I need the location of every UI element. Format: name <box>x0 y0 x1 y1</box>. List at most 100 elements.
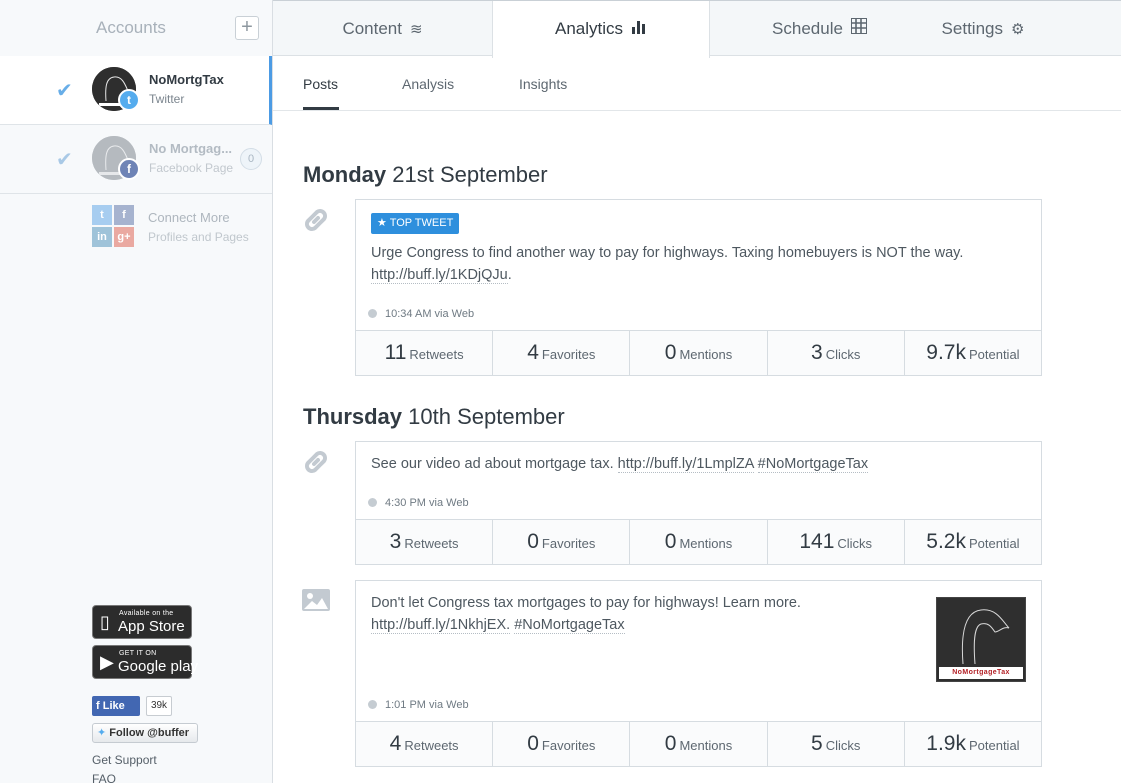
stat-label: Potential <box>968 738 1020 753</box>
post-stats: 11 Retweets 4 Favorites 0 Mentions 3 Clicks … <box>356 330 1041 375</box>
twitter-follow-button[interactable]: ✦ Follow @buffer <box>92 723 198 743</box>
post-link[interactable]: http://buff.ly/1LmplZA <box>617 456 754 473</box>
stat-label: Clicks <box>825 738 861 753</box>
app-store-small-text: Available on the <box>119 610 174 617</box>
post-body: Don't let Congress tax mortgages to pay … <box>371 595 801 611</box>
post-hashtag[interactable]: #NoMortgageTax <box>757 456 869 473</box>
clock-icon <box>368 498 377 507</box>
stat-retweets: 3 Retweets <box>356 520 492 564</box>
tab-label: Settings <box>941 19 1003 38</box>
account-type: Twitter <box>149 92 185 106</box>
account-item-nomortgtax[interactable]: ✔ t NoMortgTax Twitter <box>0 56 272 125</box>
analytics-subtabs: Posts Analysis Insights <box>273 56 1121 111</box>
post-text: Urge Congress to find another way to pay… <box>371 242 1021 286</box>
stat-label: Favorites <box>541 347 596 362</box>
stat-label: Retweets <box>409 347 464 362</box>
thumbnail-label: NoMortgageTax <box>939 667 1023 679</box>
avatar: t <box>92 67 140 111</box>
like-count: 39k <box>146 696 172 716</box>
stat-favorites: 0 Favorites <box>492 520 629 564</box>
post-link[interactable]: http://buff.ly/1KDjQJu <box>371 267 508 284</box>
post-link[interactable]: http://buff.ly/1NkhjEX. <box>371 617 511 634</box>
stat-label: Retweets <box>404 536 459 551</box>
google-play-button[interactable]: ▶ GET IT ON Google play <box>92 645 198 679</box>
post-card: Don't let Congress tax mortgages to pay … <box>355 580 1042 767</box>
post-hashtag[interactable]: #NoMortgageTax <box>514 617 625 634</box>
post-stats: 4 Retweets 0 Favorites 0 Mentions 5 Clicks 1… <box>356 721 1041 766</box>
account-name: No Mortgag... <box>149 141 233 156</box>
badge-label: TOP TWEET <box>389 217 454 229</box>
accounts-header: Accounts + <box>0 0 272 56</box>
post-link-trail: . <box>507 267 512 283</box>
like-label: Like <box>102 700 125 712</box>
stat-clicks: 5 Clicks <box>766 722 904 766</box>
active-tab-indicator <box>303 107 339 110</box>
stat-label: Potential <box>968 536 1020 551</box>
account-name: NoMortgTax <box>149 72 224 87</box>
clock-icon <box>368 309 377 318</box>
bar-chart-icon <box>631 2 647 57</box>
twitter-icon: t <box>118 89 140 111</box>
faq-link[interactable]: FAQ <box>92 772 116 783</box>
subtab-analysis[interactable]: Analysis <box>402 76 454 92</box>
facebook-like-button[interactable]: f Like <box>92 696 140 716</box>
tab-content[interactable]: Content ≋ <box>273 1 492 56</box>
post-time: 4:30 PM via Web <box>385 497 469 509</box>
connect-more-title: Connect More <box>148 210 230 225</box>
stat-value: 3 <box>389 530 402 553</box>
stat-potential: 1.9k Potential <box>903 722 1041 766</box>
clock-icon <box>368 700 377 709</box>
post-meta: 10:34 AM via Web <box>368 308 474 320</box>
google-play-text: Google play <box>118 658 199 675</box>
stat-favorites: 4 Favorites <box>492 331 629 375</box>
link-icon <box>301 447 333 479</box>
stat-retweets: 11 Retweets <box>356 331 492 375</box>
post-image-thumbnail[interactable]: NoMortgageTax <box>936 597 1026 682</box>
stat-label: Retweets <box>404 738 459 753</box>
stat-clicks: 3 Clicks <box>766 331 904 375</box>
stat-label: Favorites <box>541 536 596 551</box>
post-card: See our video ad about mortgage tax. htt… <box>355 441 1042 565</box>
stat-value: 1.9k <box>926 732 966 755</box>
stat-clicks: 141 Clicks <box>766 520 904 564</box>
google-play-small-text: GET IT ON <box>119 650 157 657</box>
link-icon <box>301 205 333 237</box>
account-item-no-mortgage-facebook[interactable]: ✔ f No Mortgag... Facebook Page 0 <box>0 125 272 194</box>
day-date: 21st September <box>392 162 548 187</box>
tab-analytics[interactable]: Analytics <box>492 1 710 58</box>
stat-label: Favorites <box>541 738 596 753</box>
check-icon: ✔ <box>56 149 73 171</box>
account-type: Facebook Page <box>149 161 234 175</box>
stat-label: Mentions <box>679 738 733 753</box>
pending-count-badge: 0 <box>240 148 262 170</box>
post-body: See our video ad about mortgage tax. <box>371 456 614 472</box>
stat-potential: 9.7k Potential <box>903 331 1041 375</box>
stat-value: 3 <box>811 341 823 364</box>
stat-label: Clicks <box>837 536 873 551</box>
play-icon: ▶ <box>100 652 114 672</box>
subtab-insights[interactable]: Insights <box>519 76 567 92</box>
layers-icon: ≋ <box>409 21 423 39</box>
star-icon: ★ <box>377 217 390 229</box>
stat-label: Potential <box>968 347 1020 362</box>
tab-settings[interactable]: Settings ⚙ <box>873 1 1093 56</box>
post-meta: 1:01 PM via Web <box>368 699 469 711</box>
app-store-text: App Store <box>118 618 185 635</box>
app-store-button[interactable]: ▯ Available on the App Store <box>92 605 192 639</box>
post-body: Urge Congress to find another way to pay… <box>371 245 964 261</box>
post-time: 10:34 AM via Web <box>385 308 475 320</box>
day-heading: Monday 21st September <box>303 162 548 188</box>
day-heading: Thursday 10th September <box>303 404 565 430</box>
follow-label: Follow @buffer <box>109 727 190 739</box>
get-support-link[interactable]: Get Support <box>92 753 157 767</box>
tab-label: Schedule <box>772 19 843 38</box>
gear-icon: ⚙ <box>1010 21 1025 39</box>
top-tweet-badge: ★ TOP TWEET <box>371 213 460 234</box>
avatar: f <box>92 136 140 180</box>
day-name: Monday <box>303 162 387 187</box>
subtab-posts[interactable]: Posts <box>303 76 338 92</box>
mortgage-logo-icon <box>961 609 1010 665</box>
add-account-button[interactable]: + <box>235 16 259 40</box>
stat-value: 0 <box>664 530 677 553</box>
stat-value: 5 <box>811 732 823 755</box>
